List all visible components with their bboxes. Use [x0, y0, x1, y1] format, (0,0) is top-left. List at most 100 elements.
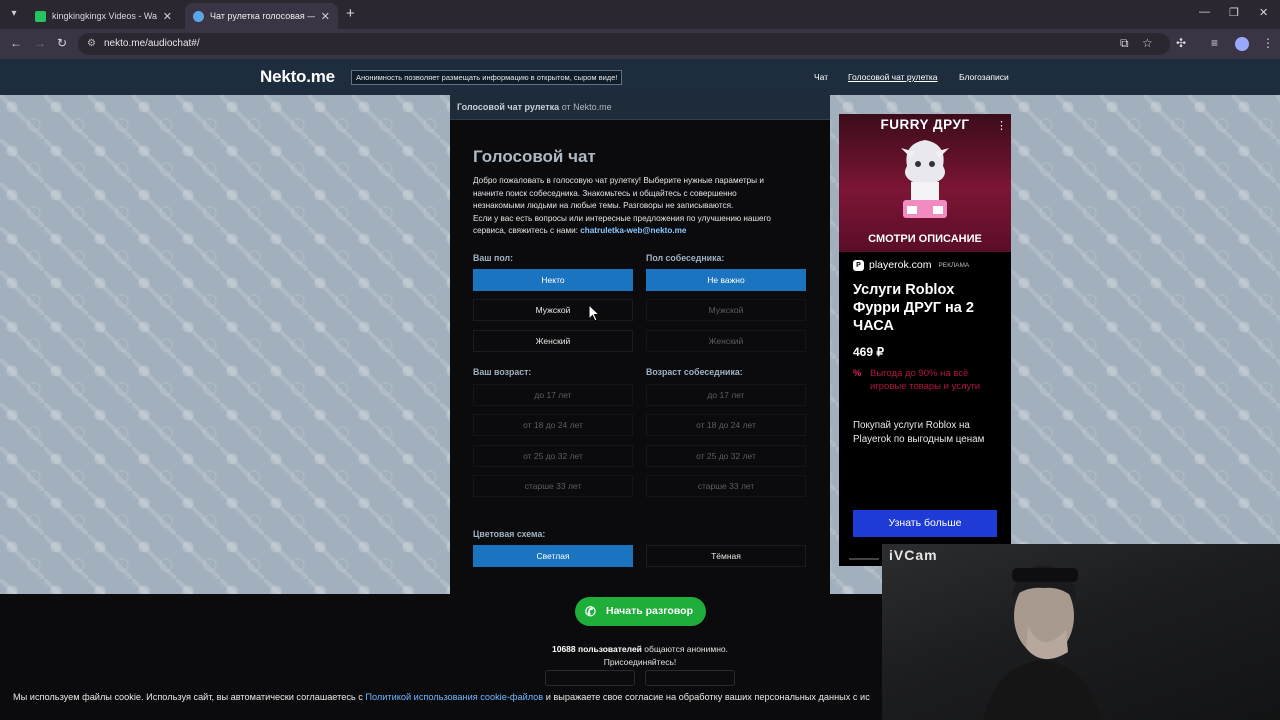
webcam-person-image: [983, 565, 1101, 720]
breadcrumb-current[interactable]: Голосовой чат рулетка: [457, 102, 559, 112]
intro-contact-prefix: сервиса, свяжитесь с нами:: [473, 226, 581, 235]
new-tab-plus-icon[interactable]: +: [346, 6, 355, 22]
tab-title: Чат рулетка голосовая — Nek: [210, 11, 315, 21]
cookie-text: Мы используем файлы cookie. Используя са…: [13, 692, 366, 702]
partner-gender-option-any[interactable]: Не важно: [646, 269, 806, 291]
profile-avatar-icon[interactable]: [1235, 37, 1249, 51]
playerok-logo-icon: P: [853, 259, 864, 271]
intro-text: Добро пожаловать в голосовую чат рулетку…: [473, 175, 803, 238]
color-scheme-light[interactable]: Светлая: [473, 545, 633, 567]
intro-line: начните поиск собеседника. Знакомьтесь и…: [473, 188, 737, 198]
ad-cta-button[interactable]: Узнать больше: [853, 510, 997, 537]
tab-kingkingkingx[interactable]: kingkingkingx Videos - Watch ( ✕: [27, 3, 180, 29]
online-users-text: 10688 пользователей общаются анонимно. П…: [520, 643, 760, 668]
ad-source: P playerok.com РЕКЛАМА: [853, 259, 969, 271]
webcam-overlay: iVCam: [882, 544, 1280, 720]
color-scheme-dark[interactable]: Тёмная: [646, 545, 806, 567]
restore-icon[interactable]: ❐: [1229, 6, 1239, 19]
reload-icon[interactable]: ↻: [57, 36, 67, 50]
ad-progress-bar: [849, 558, 879, 560]
partner-age-label: Возраст собеседника:: [646, 367, 743, 377]
page-title: Голосовой чат: [473, 147, 596, 166]
advertisement[interactable]: FURRY ДРУГ ⋮ СМОТРИ ОПИСАНИЕ P playerok.…: [839, 114, 1011, 566]
forward-arrow-icon[interactable]: →: [34, 36, 46, 50]
your-age-option[interactable]: от 18 до 24 лет: [473, 414, 633, 436]
your-gender-option-male[interactable]: Мужской: [473, 299, 633, 321]
site-header: Nekto.me Анонимность позволяет размещать…: [0, 59, 1280, 95]
address-toolbar: ← → ↻ ⚙ nekto.me/audiochat#/ ⧉ ☆ ✣ ≡ ⋮: [0, 29, 1280, 59]
browser-tab-bar: ▾ kingkingkingx Videos - Watch ( ✕ Чат р…: [0, 0, 1280, 29]
start-button-label: Начать разговор: [605, 605, 693, 617]
intro-line: незнакомыми людьми на любые темы. Разгов…: [473, 201, 734, 210]
address-bar[interactable]: ⚙ nekto.me/audiochat#/: [78, 33, 1170, 55]
url-text: nekto.me/audiochat#/: [104, 38, 200, 49]
your-gender-label: Ваш пол:: [473, 253, 514, 263]
site-slogan: Анонимность позволяет размещать информац…: [351, 70, 623, 85]
color-scheme-label: Цветовая схема:: [473, 529, 546, 539]
start-conversation-button[interactable]: ✆ Начать разговор: [575, 597, 706, 626]
install-app-icon[interactable]: ⧉: [1120, 36, 1129, 51]
tab-title: kingkingkingx Videos - Watch (: [52, 11, 157, 21]
cookie-text-rest: и выражаете свое согласие на обработку в…: [543, 692, 870, 702]
hidden-action-button[interactable]: [645, 670, 735, 686]
ad-tag: РЕКЛАМА: [938, 261, 970, 269]
partner-age-option[interactable]: до 17 лет: [646, 384, 806, 406]
breadcrumb: Голосовой чат рулетка от Nekto.me: [450, 95, 830, 120]
window-close-icon[interactable]: ✕: [1259, 6, 1268, 19]
nekto-favicon-icon: [193, 10, 204, 22]
ad-image: FURRY ДРУГ ⋮ СМОТРИ ОПИСАНИЕ: [839, 114, 1011, 252]
phone-icon: ✆: [585, 604, 596, 619]
close-tab-icon[interactable]: ✕: [321, 10, 330, 23]
ad-price: 469 ₽: [853, 345, 884, 359]
extensions-puzzle-icon[interactable]: ✣: [1176, 36, 1186, 50]
your-age-option[interactable]: до 17 лет: [473, 384, 633, 406]
browser-menu-icon[interactable]: ⋮: [1262, 36, 1274, 50]
intro-line: Добро пожаловать в голосовую чат рулетку…: [473, 176, 764, 185]
ad-image-title: FURRY ДРУГ: [880, 117, 970, 132]
cookie-policy-link[interactable]: Политикой использования cookie-файлов: [365, 692, 543, 702]
ad-promo: % Выгода до 90% на всё игровые товары и …: [853, 367, 983, 393]
partner-age-option[interactable]: старше 33 лет: [646, 475, 806, 497]
partner-age-option[interactable]: от 25 до 32 лет: [646, 445, 806, 467]
online-suffix: общаются анонимно.: [641, 644, 729, 654]
bookmark-star-icon[interactable]: ☆: [1142, 36, 1153, 50]
partner-gender-option-male[interactable]: Мужской: [646, 299, 806, 321]
join-text: Присоединяйтесь!: [603, 656, 677, 667]
site-logo[interactable]: Nekto.me: [260, 67, 335, 87]
your-age-option[interactable]: от 25 до 32 лет: [473, 445, 633, 467]
your-age-label: Ваш возраст:: [473, 367, 532, 377]
minimize-icon[interactable]: —: [1199, 6, 1210, 18]
nav-link-voice-roulette[interactable]: Голосовой чат рулетка: [848, 72, 938, 82]
partner-gender-option-female[interactable]: Женский: [646, 330, 806, 352]
site-info-icon[interactable]: ⚙: [87, 33, 96, 55]
nav-link-blog[interactable]: Блогозаписи: [959, 72, 1009, 82]
furry-character-icon: [901, 140, 949, 218]
ad-source-domain: playerok.com: [869, 259, 932, 271]
online-user-count: 10688 пользователей: [551, 644, 642, 654]
media-controls-icon[interactable]: ≡: [1211, 36, 1218, 50]
nav-link-chat[interactable]: Чат: [814, 72, 828, 82]
breadcrumb-suffix: от Nekto.me: [561, 102, 612, 112]
percent-icon: %: [853, 368, 862, 379]
partner-gender-label: Пол собеседника:: [646, 253, 725, 263]
voice-chat-panel: Голосовой чат рулетка от Nekto.me Голосо…: [450, 95, 830, 594]
close-tab-icon[interactable]: ✕: [163, 10, 172, 23]
tab-nekto-audiochat[interactable]: Чат рулетка голосовая — Nek ✕: [185, 3, 338, 29]
your-gender-option-someone[interactable]: Некто: [473, 269, 633, 291]
cookie-banner: Мы используем файлы cookie. Используя са…: [0, 686, 882, 708]
kick-favicon-icon: [35, 10, 46, 22]
ad-promo-text: Выгода до 90% на всё игровые товары и ус…: [870, 368, 981, 392]
ad-image-caption: СМОТРИ ОПИСАНИЕ: [868, 233, 982, 245]
tab-search-chevron-icon[interactable]: ▾: [5, 5, 23, 23]
your-gender-option-female[interactable]: Женский: [473, 330, 633, 352]
hidden-action-button[interactable]: [545, 670, 635, 686]
ad-headline: Услуги Roblox Фурри ДРУГ на 2 ЧАСА: [853, 282, 974, 334]
partner-age-option[interactable]: от 18 до 24 лет: [646, 414, 806, 436]
mouse-cursor-icon: [588, 304, 600, 322]
webcam-label: iVCam: [889, 547, 938, 563]
ad-menu-icon[interactable]: ⋮: [996, 119, 1007, 132]
contact-email-link[interactable]: chatruletka-web@nekto.me: [580, 226, 686, 235]
your-age-option[interactable]: старше 33 лет: [473, 475, 633, 497]
back-arrow-icon[interactable]: ←: [10, 36, 22, 50]
intro-line: Если у вас есть вопросы или интересные п…: [473, 213, 771, 223]
